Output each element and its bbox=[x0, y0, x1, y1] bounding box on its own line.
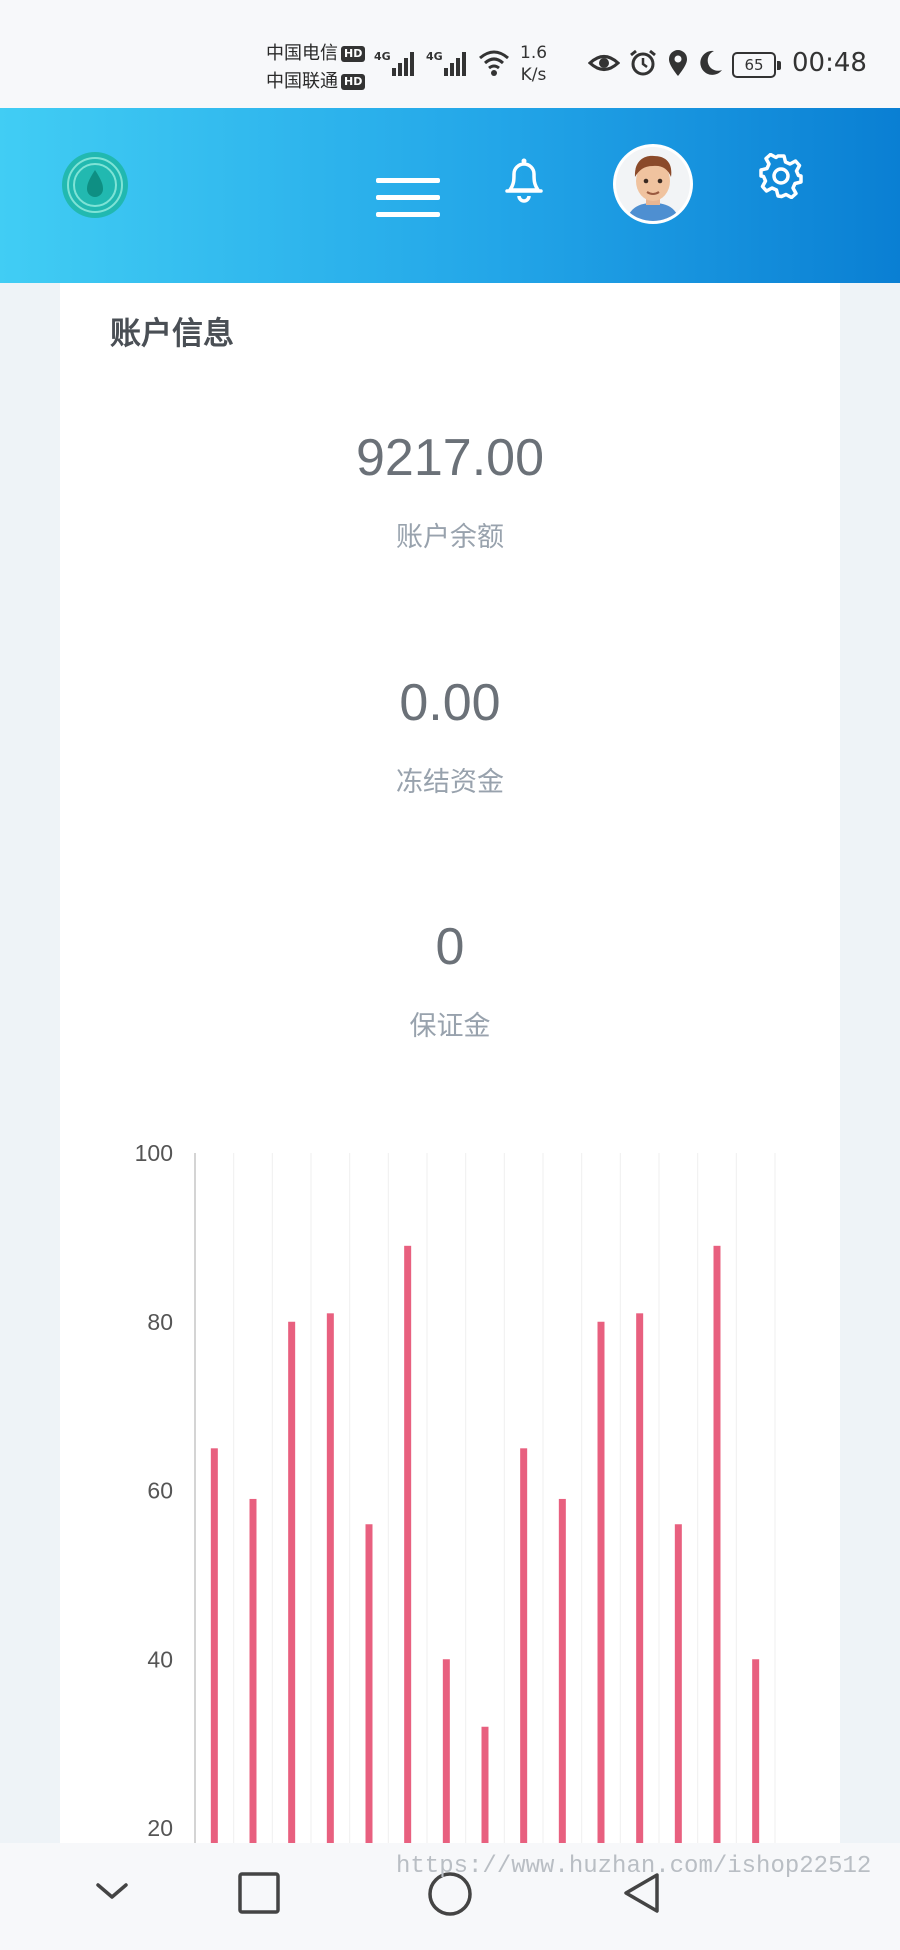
moon-icon bbox=[698, 48, 724, 82]
y-tick-label: 100 bbox=[135, 1140, 173, 1166]
battery-icon: 65 bbox=[732, 52, 781, 78]
hd-badge: HD bbox=[341, 46, 366, 62]
bar-chart: 100 80 60 40 20 bbox=[60, 283, 840, 1847]
chart-bar bbox=[752, 1659, 760, 1843]
chart-bar bbox=[674, 1524, 682, 1843]
chart-bar bbox=[288, 1321, 296, 1843]
chevron-down-icon[interactable] bbox=[94, 1879, 130, 1907]
eye-icon bbox=[587, 48, 621, 82]
signal-label: 4G bbox=[426, 50, 443, 63]
chart-bar bbox=[249, 1498, 257, 1843]
y-tick-label: 40 bbox=[147, 1646, 173, 1672]
bell-icon[interactable] bbox=[502, 154, 546, 208]
chart-bar bbox=[365, 1524, 373, 1843]
hamburger-menu-icon[interactable] bbox=[376, 174, 440, 224]
signal-4g-icon: 4G bbox=[374, 48, 420, 78]
bar-chart-svg: 100 80 60 40 20 bbox=[135, 1140, 776, 1843]
signal-4g-icon: 4G bbox=[426, 48, 472, 78]
chart-bar bbox=[442, 1659, 450, 1843]
chart-bar bbox=[597, 1321, 605, 1843]
alarm-icon bbox=[628, 48, 658, 82]
location-icon bbox=[666, 48, 690, 82]
net-speed-unit: K/s bbox=[520, 65, 547, 85]
app-header bbox=[0, 108, 900, 283]
hd-badge: HD bbox=[341, 74, 366, 90]
y-tick-label: 60 bbox=[147, 1478, 173, 1504]
watermark: https://www.huzhan.com/ishop22512 bbox=[396, 1853, 872, 1880]
y-tick-label: 20 bbox=[147, 1815, 173, 1841]
chart-bar bbox=[481, 1726, 489, 1843]
gear-icon[interactable] bbox=[758, 152, 804, 203]
chart-bar bbox=[558, 1498, 566, 1843]
droplet-logo-icon[interactable] bbox=[58, 148, 132, 226]
status-bar: 中国电信 HD 中国联通 HD 4G 4G 1.6 K/s 65 00:48 bbox=[0, 0, 900, 108]
carrier-2: 中国联通 bbox=[266, 71, 338, 92]
chart-bar bbox=[326, 1313, 334, 1843]
account-card: 账户信息 9217.00 账户余额 0.00 冻结资金 0 保证金 100 80 6… bbox=[60, 283, 840, 1843]
square-icon[interactable] bbox=[237, 1871, 281, 1919]
avatar[interactable] bbox=[612, 143, 694, 229]
chart-bar bbox=[520, 1448, 528, 1843]
net-speed-value: 1.6 bbox=[520, 43, 548, 63]
carrier-1: 中国电信 bbox=[266, 43, 338, 64]
chart-bar bbox=[636, 1313, 644, 1843]
signal-label: 4G bbox=[374, 50, 391, 63]
wifi-icon bbox=[478, 48, 510, 78]
chart-bar bbox=[210, 1448, 218, 1843]
carrier-info: 中国电信 HD 中国联通 HD bbox=[266, 40, 366, 96]
net-speed: 1.6 K/s bbox=[520, 42, 547, 86]
chart-bar bbox=[713, 1245, 721, 1843]
clock: 00:48 bbox=[792, 48, 867, 78]
chart-bar bbox=[404, 1245, 412, 1843]
y-tick-label: 80 bbox=[147, 1309, 173, 1335]
